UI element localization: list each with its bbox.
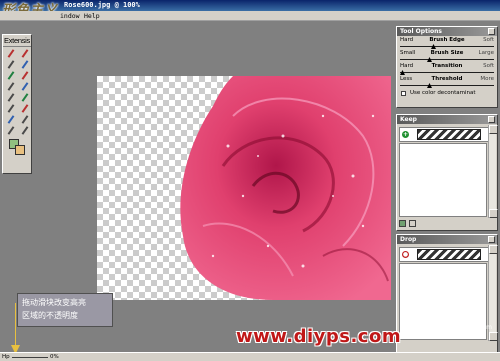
zoom-icon[interactable] (18, 125, 32, 136)
drop-title: Drop (397, 235, 497, 244)
annotation-callout: 拖动滑块改变高亮 区域的不透明度 (17, 293, 113, 327)
decontaminate-option[interactable]: Use color decontaminat (400, 89, 494, 98)
pencil-icon[interactable] (18, 48, 32, 59)
delete-swatch-icon[interactable] (409, 220, 416, 227)
add-keep-icon[interactable]: + (402, 131, 409, 138)
fill-icon[interactable] (4, 70, 18, 81)
title-bar: 形色主义 Rose600.jpg @ 100% (0, 0, 500, 18)
tool-options-title-text: Tool Options (400, 28, 442, 35)
drop-pattern-swatch[interactable] (417, 249, 481, 260)
annotation-line-2: 区域的不透明度 (22, 311, 78, 320)
drop-icon[interactable] (4, 114, 18, 125)
tool-options-panel: Tool Options Hard Brush Edge Soft Small … (396, 26, 498, 108)
image-canvas[interactable] (97, 76, 391, 300)
watermark-big: www.diyps.com (236, 326, 402, 347)
keep-title-text: Keep (400, 116, 417, 123)
marker-icon[interactable] (18, 70, 32, 81)
annotation-line-1: 拖动滑块改变高亮 (22, 298, 86, 307)
toolbox-panel: Extensis (2, 34, 32, 174)
threshold-slider[interactable] (400, 83, 494, 88)
pen-icon[interactable] (18, 81, 32, 92)
decontaminate-label: Use color decontaminat (410, 90, 476, 96)
opacity-slider[interactable] (12, 357, 48, 358)
new-swatch-icon[interactable] (399, 220, 406, 227)
add-drop-icon[interactable]: ● (402, 251, 409, 258)
keep-scrollbar[interactable] (488, 125, 498, 218)
brush-size-right: Large (478, 50, 494, 56)
decontaminate-checkbox[interactable] (401, 91, 406, 96)
keep-list[interactable] (399, 143, 487, 217)
transition-right: Soft (483, 63, 494, 69)
close-icon[interactable] (488, 28, 495, 35)
fill-color-swatch[interactable] (15, 145, 25, 155)
drop-swatch-row[interactable]: ● (399, 247, 495, 262)
menu-help[interactable]: Help (84, 12, 100, 20)
drop-title-text: Drop (400, 236, 417, 243)
dropper-icon[interactable] (4, 92, 18, 103)
stamp-icon[interactable] (18, 92, 32, 103)
hand-icon[interactable] (4, 125, 18, 136)
keep-title: Keep (397, 115, 497, 124)
brush-size-labels: Small Brush Size Large (400, 49, 494, 57)
transition-labels: Hard Transition Soft (400, 62, 494, 70)
zoom-label: Hp (2, 354, 10, 360)
keep-footer (399, 220, 416, 228)
brush-edge-label: Brush Edge (429, 37, 465, 43)
drop-panel: Drop ● (396, 234, 498, 354)
watermark-small: swCool.com (456, 324, 492, 331)
rose-image (180, 76, 391, 300)
menu-window[interactable]: indow (60, 12, 80, 20)
window-title: Rose600.jpg @ 100% (64, 1, 140, 9)
brush-edge-labels: Hard Brush Edge Soft (400, 36, 494, 44)
cleanup-icon[interactable] (18, 103, 32, 114)
keep-swatch-row[interactable]: + (399, 127, 495, 142)
menu-bar: indow Help (0, 11, 500, 21)
annotation-arrow (15, 303, 16, 347)
brush-icon[interactable] (4, 48, 18, 59)
eraser-icon[interactable] (4, 59, 18, 70)
blur-icon[interactable] (4, 103, 18, 114)
threshold-right: More (480, 76, 494, 82)
tool-grid (3, 47, 31, 137)
transition-label: Transition (431, 63, 463, 69)
picker-icon[interactable] (18, 114, 32, 125)
toolbox-title: Extensis (3, 36, 31, 47)
threshold-labels: Less Threshold More (400, 75, 494, 83)
keep-pattern-swatch[interactable] (417, 129, 481, 140)
color-swatches (3, 137, 31, 159)
close-icon[interactable] (488, 116, 495, 123)
slider-thumb[interactable] (427, 83, 432, 88)
status-bar: Hp 0% (0, 352, 500, 361)
tool-options-title: Tool Options (397, 27, 497, 36)
keep-panel: Keep + (396, 114, 498, 231)
highlighter-icon[interactable] (18, 59, 32, 70)
zoom-value: 0% (50, 354, 59, 360)
close-icon[interactable] (488, 236, 495, 243)
smudge-icon[interactable] (4, 81, 18, 92)
brush-edge-right: Soft (483, 37, 494, 43)
